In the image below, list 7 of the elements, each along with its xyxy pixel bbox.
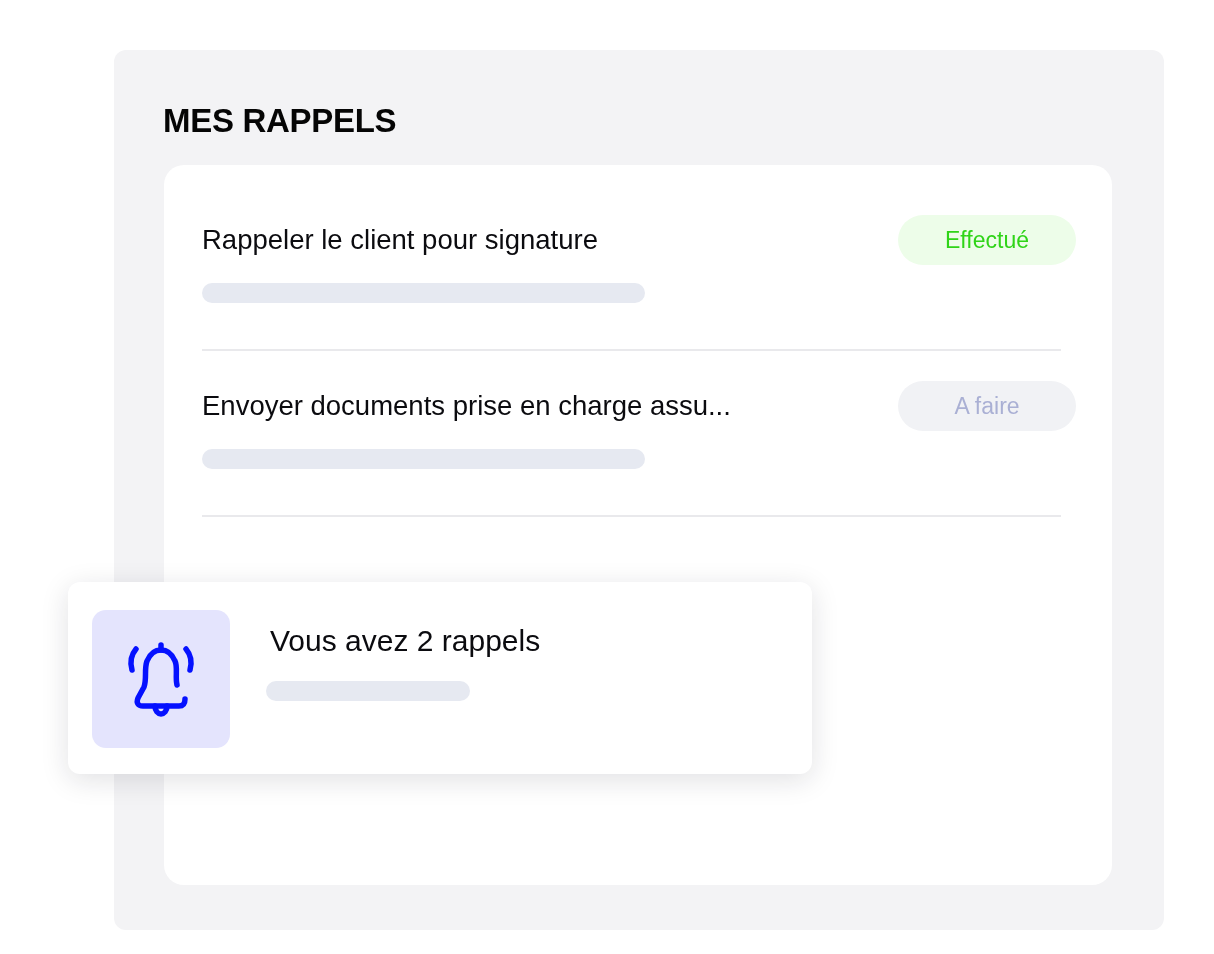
reminder-title: Rappeler le client pour signature bbox=[202, 224, 598, 256]
notification-message: Vous avez 2 rappels bbox=[270, 623, 541, 659]
bell-icon bbox=[92, 610, 230, 748]
section-title: MES RAPPELS bbox=[163, 101, 398, 141]
status-badge: Effectué bbox=[898, 215, 1076, 265]
reminder-title: Envoyer documents prise en charge assu... bbox=[202, 390, 731, 422]
status-badge: A faire bbox=[898, 381, 1076, 431]
